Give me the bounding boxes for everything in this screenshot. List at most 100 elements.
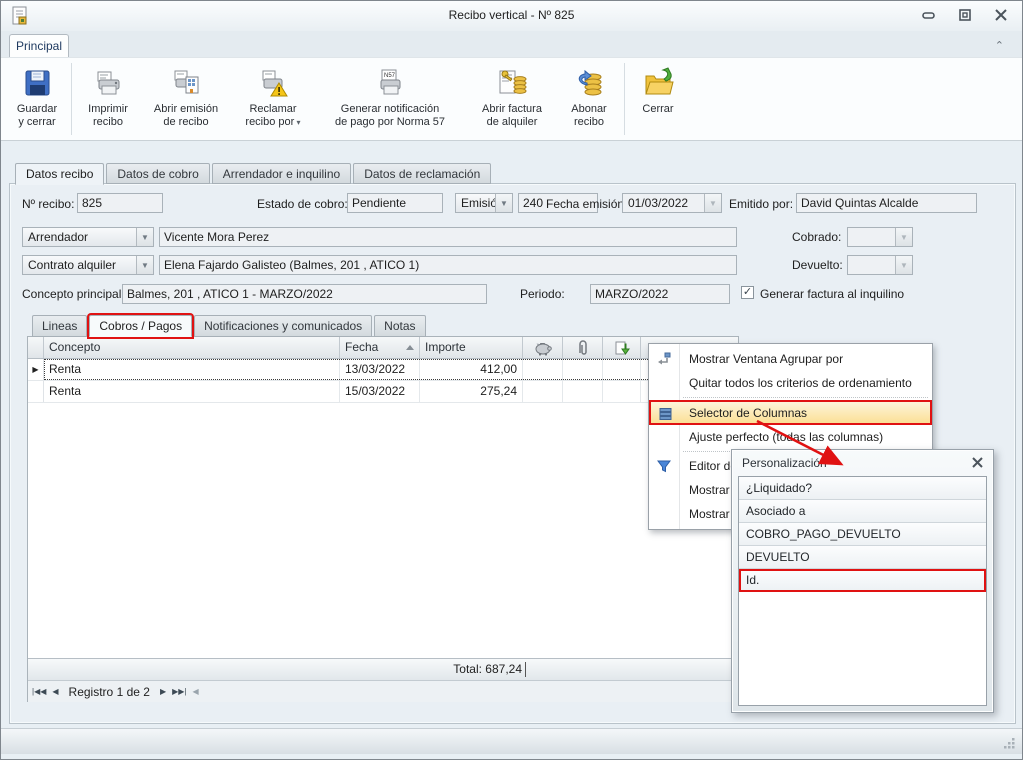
ribbon-button-abrir-emision-de-recibo[interactable]: Abrir emisiónde recibo bbox=[140, 61, 232, 137]
cobrado-label: Cobrado: bbox=[792, 230, 841, 244]
tab-datos-recibo[interactable]: Datos recibo bbox=[15, 163, 104, 185]
contrato-alquiler-combo[interactable]: Contrato alquiler ▼ bbox=[22, 255, 154, 275]
cell-icon bbox=[523, 359, 563, 380]
table-row[interactable]: ▶Renta13/03/2022412,00 bbox=[28, 359, 738, 381]
text-cursor bbox=[525, 662, 526, 677]
menu-item-quitar-todos-los-criterios-de-[interactable]: Quitar todos los criterios de ordenamien… bbox=[649, 371, 932, 395]
grid-footer: Total: 687,24 bbox=[28, 658, 738, 680]
minimize-button[interactable] bbox=[920, 7, 938, 23]
first-record-button[interactable]: |◀◀ bbox=[32, 687, 46, 696]
column-item-devuelto[interactable]: DEVUELTO bbox=[739, 546, 986, 569]
grid-header-piggy-bank-icon[interactable] bbox=[523, 337, 563, 358]
row-cells: Renta13/03/2022412,00 bbox=[44, 359, 738, 380]
resize-grip[interactable] bbox=[1002, 736, 1016, 750]
chevron-down-icon[interactable]: ▼ bbox=[136, 256, 153, 274]
ribbon-button-label: Guardar bbox=[17, 103, 57, 116]
ribbon-button-abonar-recibo[interactable]: Abonarrecibo bbox=[558, 61, 620, 137]
row-selector[interactable] bbox=[28, 381, 44, 402]
arrendador-combo-value: Arrendador bbox=[23, 228, 136, 246]
grid-header-concepto[interactable]: Concepto bbox=[44, 337, 340, 358]
column-item-cobro-pago-devuelto[interactable]: COBRO_PAGO_DEVUELTO bbox=[739, 523, 986, 546]
contrato-alquiler-field[interactable]: Elena Fajardo Galisteo (Balmes, 201 , AT… bbox=[159, 255, 737, 275]
cell-icon bbox=[603, 359, 641, 380]
personalization-dialog: Personalización ¿Liquidado?Asociado aCOB… bbox=[731, 449, 994, 713]
ribbon-button-label: Abrir factura bbox=[482, 103, 542, 116]
concepto-principal-field[interactable]: Balmes, 201 , ATICO 1 - MARZO/2022 bbox=[122, 284, 487, 304]
grid-header-paperclip-icon[interactable] bbox=[563, 337, 603, 358]
window-title: Recibo vertical - Nº 825 bbox=[1, 8, 1022, 22]
close-icon[interactable] bbox=[971, 456, 984, 469]
concepto-principal-label: Concepto principal: bbox=[22, 287, 125, 301]
generar-factura-label: Generar factura al inquilino bbox=[760, 287, 904, 301]
chevron-down-icon[interactable]: ▼ bbox=[136, 228, 153, 246]
tab-notas[interactable]: Notas bbox=[374, 315, 425, 337]
ribbon: Guardary cerrarImprimirreciboAbrir emisi… bbox=[1, 57, 1022, 141]
ribbon-button-abrir-factura-de-alquiler[interactable]: Abrir facturade alquiler bbox=[466, 61, 558, 137]
coins-undo-icon bbox=[573, 67, 605, 99]
arrendador-combo[interactable]: Arrendador ▼ bbox=[22, 227, 154, 247]
tab-cobros-pagos[interactable]: Cobros / Pagos bbox=[89, 315, 192, 337]
fecha-emision-field[interactable]: 01/03/2022 ▼ bbox=[622, 193, 722, 213]
grid-header-export-arrow-icon[interactable] bbox=[603, 337, 641, 358]
chevron-down-icon[interactable]: ▼ bbox=[895, 256, 912, 274]
chevron-down-icon[interactable]: ▼ bbox=[495, 194, 512, 212]
cell-concepto: Renta bbox=[44, 359, 340, 380]
chevron-down-icon[interactable]: ▼ bbox=[704, 194, 721, 212]
ribbon-button-label: Imprimir bbox=[88, 103, 128, 116]
tab-datos-de-cobro[interactable]: Datos de cobro bbox=[106, 163, 209, 184]
tab-datos-de-reclamaci-n[interactable]: Datos de reclamación bbox=[353, 163, 491, 184]
row-cells: Renta15/03/2022275,24 bbox=[44, 381, 738, 402]
collapse-ribbon-icon[interactable]: ⌃ bbox=[995, 39, 1004, 52]
grid-header-fecha[interactable]: Fecha bbox=[340, 337, 420, 358]
cobros-pagos-grid: ConceptoFechaImporte ▶Renta13/03/2022412… bbox=[27, 336, 739, 702]
ribbon-button-generar-notificacion-norma57[interactable]: N57Generar notificaciónde pago por Norma… bbox=[314, 61, 466, 137]
record-navigator: |◀◀ ◀ Registro 1 de 2 ▶ ▶▶| ◀ bbox=[28, 680, 738, 702]
paperclip-icon bbox=[573, 340, 593, 356]
emitido-por-field[interactable]: David Quintas Alcalde bbox=[796, 193, 977, 213]
table-row[interactable]: Renta15/03/2022275,24 bbox=[28, 381, 738, 403]
chevron-down-icon[interactable]: ▼ bbox=[895, 228, 912, 246]
row-selector[interactable]: ▶ bbox=[28, 359, 44, 380]
num-recibo-field[interactable]: 825 bbox=[77, 193, 163, 213]
menu-item-selector-de-columnas[interactable]: Selector de Columnas bbox=[649, 400, 932, 425]
num-recibo-label: Nº recibo: bbox=[22, 197, 74, 211]
emision-combo[interactable]: Emisión ▼ bbox=[455, 193, 513, 213]
title-bar: Recibo vertical - Nº 825 bbox=[1, 1, 1022, 31]
tab-arrendador-e-inquilino[interactable]: Arrendador e inquilino bbox=[212, 163, 351, 184]
ribbon-button-imprimir-recibo[interactable]: Imprimirrecibo bbox=[76, 61, 140, 137]
ribbon-button-reclamar-recibo-por[interactable]: Reclamarrecibo por ▾ bbox=[232, 61, 314, 137]
cell-importe: 275,24 bbox=[420, 381, 523, 402]
ribbon-button-cerrar[interactable]: Cerrar bbox=[629, 61, 687, 137]
cell-icon bbox=[563, 381, 603, 402]
ribbon-group-separator bbox=[71, 63, 72, 135]
column-item-asociado-a[interactable]: Asociado a bbox=[739, 500, 986, 523]
column-list: ¿Liquidado?Asociado aCOBRO_PAGO_DEVUELTO… bbox=[738, 476, 987, 706]
ribbon-button-label: Reclamar bbox=[249, 103, 296, 116]
close-icon bbox=[993, 8, 1009, 22]
close-button[interactable] bbox=[992, 7, 1010, 23]
column-item--liquidado-[interactable]: ¿Liquidado? bbox=[739, 477, 986, 500]
dialog-title: Personalización bbox=[742, 456, 827, 470]
column-item-id-[interactable]: Id. bbox=[739, 569, 986, 592]
cell-concepto: Renta bbox=[44, 381, 340, 402]
menu-item-mostrar-ventana-agrupar-por[interactable]: Mostrar Ventana Agrupar por bbox=[649, 347, 932, 371]
estado-cobro-field[interactable]: Pendiente bbox=[347, 193, 443, 213]
last-record-button[interactable]: ▶▶| bbox=[172, 687, 186, 696]
grid-header-importe[interactable]: Importe bbox=[420, 337, 523, 358]
menu-item-ajuste-perfecto-todas-las-colu[interactable]: Ajuste perfecto (todas las columnas) bbox=[649, 425, 932, 449]
tab-lineas[interactable]: Lineas bbox=[32, 315, 87, 337]
next-record-button[interactable]: ▶ bbox=[160, 687, 166, 696]
save-icon bbox=[21, 67, 53, 99]
cobrado-combo[interactable]: ▼ bbox=[847, 227, 913, 247]
devuelto-combo[interactable]: ▼ bbox=[847, 255, 913, 275]
prev-record-button[interactable]: ◀ bbox=[52, 687, 58, 696]
ribbon-button-guardar-y-cerrar[interactable]: Guardary cerrar bbox=[7, 61, 67, 137]
periodo-field[interactable]: MARZO/2022 bbox=[590, 284, 730, 304]
ribbon-button-label: recibo bbox=[93, 116, 123, 129]
generar-factura-checkbox[interactable]: ✓ bbox=[741, 286, 754, 299]
restore-button[interactable] bbox=[956, 7, 974, 23]
app-window: Recibo vertical - Nº 825 Principal ⌃ Gua… bbox=[0, 0, 1023, 760]
ribbon-tab-principal[interactable]: Principal bbox=[9, 34, 69, 59]
tab-notificaciones-y-comunicados[interactable]: Notificaciones y comunicados bbox=[194, 315, 372, 337]
arrendador-field[interactable]: Vicente Mora Perez bbox=[159, 227, 737, 247]
